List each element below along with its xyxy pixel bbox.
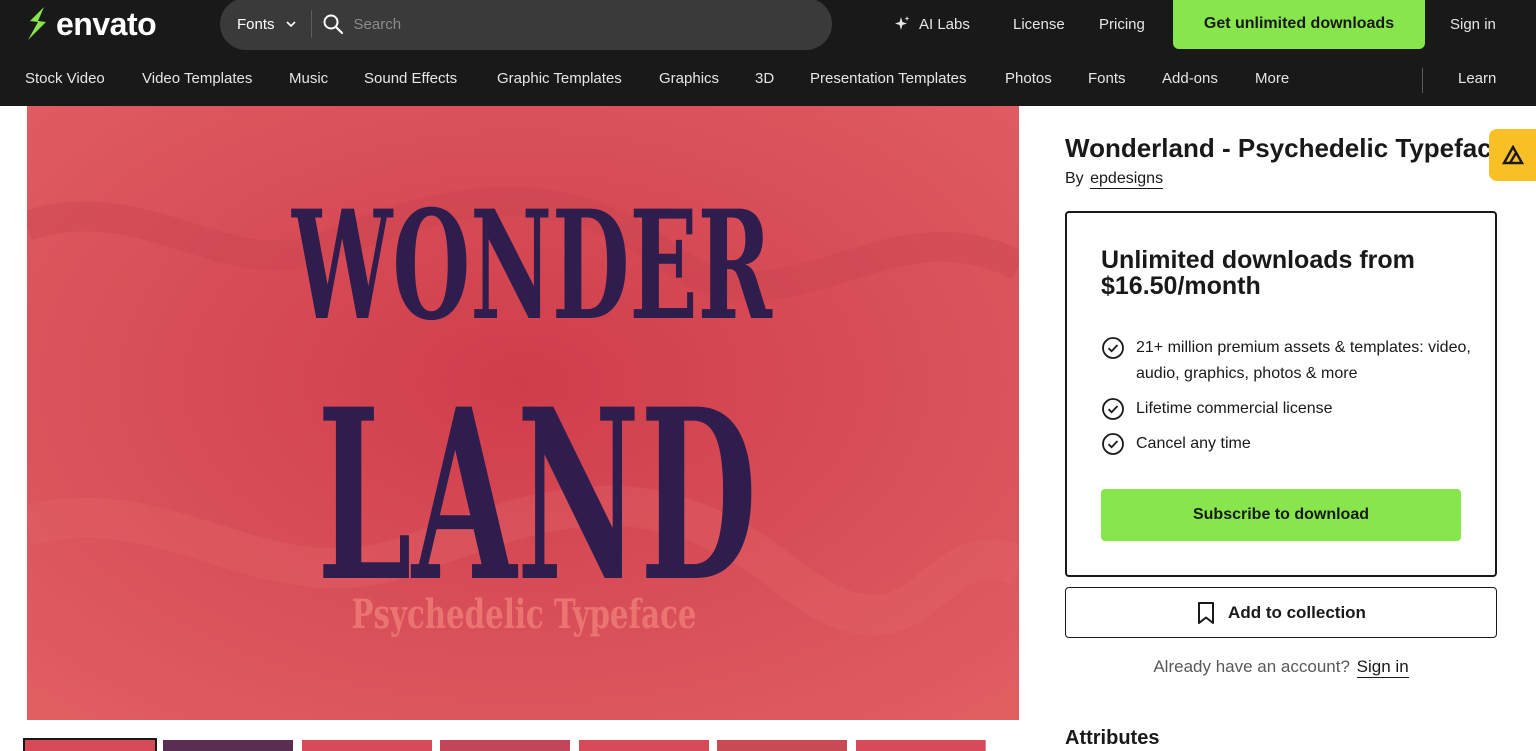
top-bar: envato Fonts AI Labs License Pricing Get… — [0, 0, 1536, 106]
nav-item-graphics[interactable]: Graphics — [659, 70, 719, 87]
attributes-heading: Attributes — [1065, 727, 1160, 749]
sparkle-icon — [895, 16, 910, 30]
feature-item: 21+ million premium assets & templates: … — [1101, 335, 1471, 387]
nav-item-add-ons[interactable]: Add-ons — [1162, 70, 1218, 87]
by-label: By — [1065, 170, 1084, 187]
thumbnail-2[interactable] — [163, 740, 293, 751]
thumbnail-3[interactable] — [302, 740, 432, 751]
search-input[interactable] — [353, 9, 832, 39]
thumbnail-6[interactable] — [717, 740, 847, 751]
triangle-logo-icon — [1501, 145, 1524, 165]
ai-labs-link[interactable]: AI Labs — [893, 0, 970, 48]
license-link[interactable]: License — [1013, 0, 1065, 48]
preview-tagline: Psychedelic Typeface — [352, 591, 697, 638]
nav-item-3d[interactable]: 3D — [755, 70, 774, 87]
nav-item-more[interactable]: More — [1255, 70, 1289, 87]
nav-item-fonts[interactable]: Fonts — [1088, 70, 1126, 87]
logo-text: envato — [56, 5, 157, 42]
nav-item-music[interactable]: Music — [289, 70, 328, 87]
feedback-tab[interactable] — [1489, 129, 1536, 181]
add-to-collection-label: Add to collection — [1228, 602, 1366, 622]
thumbnail-1[interactable] — [23, 738, 157, 751]
ai-labs-label: AI Labs — [919, 15, 970, 33]
category-nav: Stock Video Video Templates Music Sound … — [0, 58, 1536, 102]
thumbnail-fade — [985, 740, 1045, 751]
author-link[interactable]: epdesigns — [1090, 170, 1164, 189]
pricing-link[interactable]: Pricing — [1099, 0, 1145, 48]
nav-item-photos[interactable]: Photos — [1005, 70, 1052, 87]
account-prompt: Already have an account? Sign in — [1065, 657, 1497, 678]
feature-item: Cancel any time — [1101, 431, 1471, 457]
feature-text: 21+ million premium assets & templates: … — [1136, 339, 1471, 382]
check-circle-icon — [1102, 398, 1124, 420]
add-to-collection-button[interactable]: Add to collection — [1065, 587, 1497, 638]
search-category-select[interactable]: Fonts — [220, 10, 312, 38]
nav-item-video-templates[interactable]: Video Templates — [142, 70, 252, 87]
chevron-down-icon — [285, 21, 296, 28]
get-unlimited-downloads-button[interactable]: Get unlimited downloads — [1173, 0, 1425, 49]
sign-in-link-secondary[interactable]: Sign in — [1356, 657, 1409, 678]
thumbnail-7[interactable] — [856, 740, 986, 751]
search-category-label: Fonts — [237, 15, 275, 33]
check-circle-icon — [1102, 337, 1124, 359]
nav-divider — [1422, 68, 1423, 93]
search-icon[interactable] — [322, 13, 344, 35]
sign-in-link[interactable]: Sign in — [1450, 0, 1496, 48]
nav-item-sound-effects[interactable]: Sound Effects — [364, 70, 457, 87]
envato-logo[interactable]: envato — [24, 4, 157, 44]
check-circle-icon — [1102, 433, 1124, 455]
item-preview-image[interactable]: WONDER LAND Psychedelic Typeface — [27, 106, 1019, 720]
feature-item: Lifetime commercial license — [1101, 396, 1471, 422]
item-title: Wonderland - Psychedelic Typeface — [1065, 133, 1507, 163]
preview-artwork: WONDER LAND Psychedelic Typeface — [27, 106, 1019, 720]
nav-item-learn[interactable]: Learn — [1458, 70, 1496, 87]
thumbnail-4[interactable] — [440, 740, 570, 751]
account-prompt-text: Already have an account? — [1153, 657, 1350, 676]
nav-item-stock-video[interactable]: Stock Video — [25, 70, 105, 87]
nav-item-graphic-templates[interactable]: Graphic Templates — [497, 70, 622, 87]
preview-line1: WONDER — [291, 178, 773, 354]
bookmark-icon — [1198, 601, 1215, 624]
thumbnail-5[interactable] — [579, 740, 709, 751]
search-bar: Fonts — [220, 0, 832, 50]
nav-item-presentation-templates[interactable]: Presentation Templates — [810, 70, 966, 87]
subscribe-to-download-button[interactable]: Subscribe to download — [1101, 489, 1461, 541]
subscription-headline: Unlimited downloads from $16.50/month — [1101, 246, 1415, 300]
feature-text: Cancel any time — [1136, 435, 1251, 452]
feature-list: 21+ million premium assets & templates: … — [1101, 335, 1471, 466]
feature-text: Lifetime commercial license — [1136, 400, 1333, 417]
byline: By epdesigns — [1065, 170, 1164, 189]
envato-leaf-icon — [28, 7, 46, 40]
subscription-card: Unlimited downloads from $16.50/month 21… — [1065, 211, 1497, 577]
